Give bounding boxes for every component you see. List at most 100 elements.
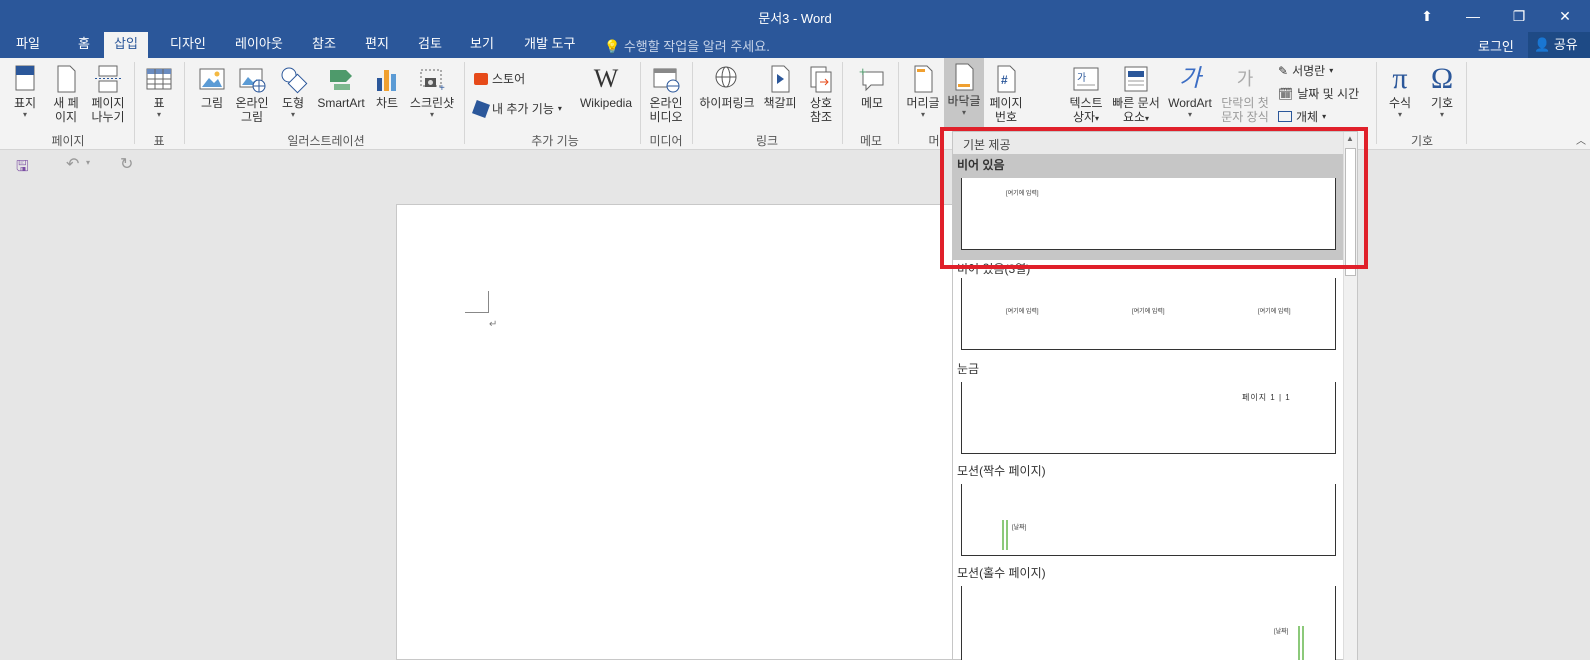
share-button[interactable]: 👤 공유 xyxy=(1528,32,1590,58)
tab-review[interactable]: 검토 xyxy=(408,32,452,58)
separator xyxy=(464,62,465,144)
header-button[interactable]: 머리글 ▾ xyxy=(904,60,942,120)
group-label-comments: 메모 xyxy=(859,134,883,148)
shapes-button[interactable]: 도형 ▾ xyxy=(276,60,310,120)
pictures-button[interactable]: 그림 xyxy=(194,60,230,110)
screenshot-icon: + xyxy=(420,69,445,94)
hyperlink-button[interactable]: 하이퍼링크 xyxy=(696,60,758,110)
cover-page-icon xyxy=(15,65,35,91)
scrollbar-thumb[interactable] xyxy=(1345,148,1356,276)
gallery-thumbnail: [여기에 입력] [여기에 입력] [여기에 입력] xyxy=(961,278,1336,350)
tab-layout[interactable]: 레이아웃 xyxy=(225,32,293,58)
online-pictures-button[interactable]: 온라인 그림 xyxy=(232,60,272,124)
my-addins-button[interactable]: 내 추가 기능 ▾ xyxy=(472,99,562,118)
page-break-icon xyxy=(95,65,121,93)
smartart-button[interactable]: SmartArt xyxy=(314,60,368,110)
tab-file[interactable]: 파일 xyxy=(6,32,50,58)
scroll-up-arrow-icon[interactable]: ▲ xyxy=(1346,134,1354,143)
ribbon-tabs: 파일 홈 삽입 디자인 레이아웃 참조 편지 검토 보기 개발 도구 💡 수행할… xyxy=(0,32,1590,58)
margin-corner-mark xyxy=(465,291,489,313)
tab-references[interactable]: 참조 xyxy=(302,32,346,58)
tab-developer[interactable]: 개발 도구 xyxy=(514,32,585,58)
separator xyxy=(692,62,693,144)
svg-text:#: # xyxy=(1001,73,1008,87)
chart-icon xyxy=(377,70,396,91)
thumbnail-text: [날짜] xyxy=(1012,525,1027,531)
group-label-addins: 추가 기능 xyxy=(531,134,579,148)
thumbnail-text: [여기에 입력] xyxy=(1132,309,1165,315)
gallery-item-label: 모션(짝수 페이지) xyxy=(957,464,1046,478)
login-link[interactable]: 로그인 xyxy=(1478,36,1514,55)
date-time-button[interactable]: 🗓 날짜 및 시간 xyxy=(1278,85,1359,102)
page-break-button[interactable]: 페이지 나누기 xyxy=(88,60,128,124)
text-box-button[interactable]: 가 텍스트 상자▾ xyxy=(1066,60,1106,126)
new-comment-button[interactable]: + 메모 xyxy=(852,60,892,110)
gallery-section-header: 기본 제공 xyxy=(953,132,1345,154)
gallery-scrollbar[interactable]: ▲ xyxy=(1343,132,1357,660)
gallery-thumbnail: [날짜] xyxy=(961,586,1336,660)
tab-mailings[interactable]: 편지 xyxy=(355,32,399,58)
thumbnail-accent-bar xyxy=(1006,520,1008,550)
page-number-icon: # xyxy=(997,65,1016,93)
wikipedia-button[interactable]: W Wikipedia xyxy=(576,60,636,110)
share-label: 공유 xyxy=(1553,37,1578,52)
gallery-thumbnail: [날짜] xyxy=(961,484,1336,556)
undo-dropdown-icon[interactable]: ▾ xyxy=(86,158,90,167)
gallery-item-blank-three-columns[interactable]: 비어 있음(3열) [여기에 입력] [여기에 입력] [여기에 입력] xyxy=(953,260,1345,356)
chart-button[interactable]: 차트 xyxy=(372,60,402,110)
bookmark-button[interactable]: 책갈피 xyxy=(760,60,800,110)
document-page[interactable]: ↵ xyxy=(396,204,956,660)
wikipedia-icon: W xyxy=(593,64,619,93)
tab-home[interactable]: 홈 xyxy=(68,32,100,58)
cover-page-button[interactable]: 표지 ▾ xyxy=(8,60,42,120)
header-icon xyxy=(914,65,933,93)
footer-icon xyxy=(955,63,974,91)
object-icon xyxy=(1278,111,1292,122)
tab-insert[interactable]: 삽입 xyxy=(104,32,148,58)
save-icon[interactable]: 🖫 xyxy=(16,156,29,181)
group-label-illustrations: 일러스트레이션 xyxy=(287,134,365,148)
signature-line-button[interactable]: ✎ 서명란 ▾ xyxy=(1278,62,1333,79)
footer-button[interactable]: 바닥글 ▾ xyxy=(944,58,984,128)
wordart-icon: 가 xyxy=(1178,65,1202,92)
wordart-button[interactable]: 가 WordArt ▾ xyxy=(1166,60,1214,120)
calendar-icon: 🗓 xyxy=(1278,86,1294,101)
gallery-item-label: 눈금 xyxy=(957,362,980,376)
pi-icon: π xyxy=(1392,62,1408,95)
quick-parts-icon xyxy=(1124,66,1148,92)
ribbon-display-options-button[interactable]: ⬆ xyxy=(1404,0,1450,32)
gallery-item-motion-odd[interactable]: 모션(홀수 페이지) [날짜] xyxy=(953,564,1345,660)
gallery-item-blank[interactable]: 비어 있음 [여기에 입력] xyxy=(953,154,1345,260)
tab-design[interactable]: 디자인 xyxy=(160,32,216,58)
online-video-button[interactable]: 온라인 비디오 xyxy=(646,60,686,124)
redo-icon[interactable]: ↻ xyxy=(120,154,133,174)
restore-button[interactable]: ❐ xyxy=(1496,0,1542,32)
thumbnail-text: [여기에 입력] xyxy=(1006,309,1039,315)
collapse-ribbon-icon[interactable]: ︿ xyxy=(1576,132,1586,147)
store-icon xyxy=(474,72,488,85)
footer-gallery: 기본 제공 비어 있음 [여기에 입력] 비어 있음(3열) [여기에 입력] … xyxy=(952,131,1358,660)
blank-page-button[interactable]: 새 페 이지 xyxy=(48,60,84,124)
gallery-item-banded[interactable]: 눈금 페이지 1 | 1 xyxy=(953,360,1345,460)
symbol-button[interactable]: Ω 기호 ▾ xyxy=(1422,60,1462,120)
equation-button[interactable]: π 수식 ▾ xyxy=(1380,60,1420,120)
comment-icon: + xyxy=(859,64,884,92)
drop-cap-button[interactable]: 가 단락의 첫 문자 장식 xyxy=(1216,60,1274,124)
table-button[interactable]: 표 ▾ xyxy=(142,60,176,120)
undo-icon[interactable]: ↶ xyxy=(66,154,79,174)
title-bar: 문서3 - Word ⬆ — ❐ ✕ xyxy=(0,0,1590,32)
minimize-button[interactable]: — xyxy=(1450,0,1496,32)
separator xyxy=(1466,62,1467,144)
cross-reference-button[interactable]: 상호 참조 xyxy=(804,60,838,124)
tell-me-search[interactable]: 💡 수행할 작업을 알려 주세요. xyxy=(604,36,770,55)
gallery-item-motion-even[interactable]: 모션(짝수 페이지) [날짜] xyxy=(953,462,1345,562)
tab-view[interactable]: 보기 xyxy=(460,32,504,58)
quick-parts-button[interactable]: 빠른 문서 요소▾ xyxy=(1110,60,1162,126)
close-button[interactable]: ✕ xyxy=(1542,0,1588,32)
store-button[interactable]: 스토어 xyxy=(474,70,525,87)
page-number-button[interactable]: # 페이지 번호 xyxy=(986,60,1026,124)
separator xyxy=(842,62,843,144)
person-icon: 👤 xyxy=(1534,37,1551,52)
object-button[interactable]: 개체 ▾ xyxy=(1278,108,1326,125)
screenshot-button[interactable]: + 스크린샷 ▾ xyxy=(406,60,458,120)
